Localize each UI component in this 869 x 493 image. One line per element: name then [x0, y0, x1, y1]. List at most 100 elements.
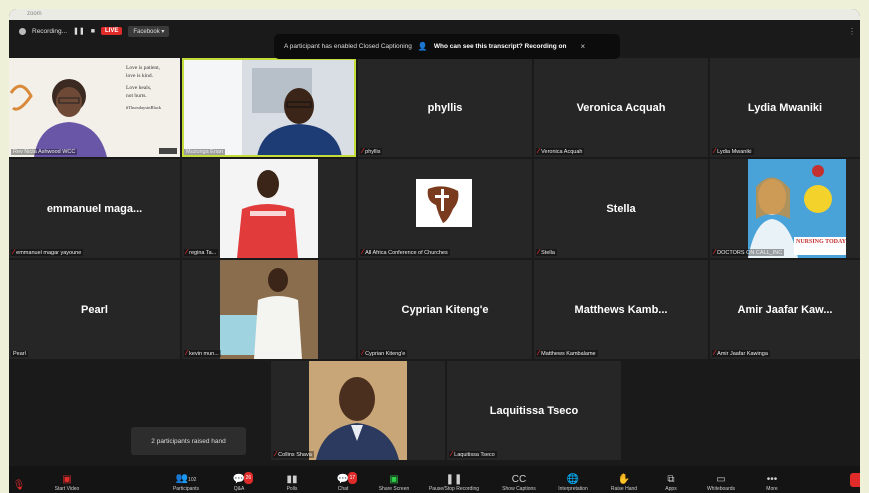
globe-icon: 🌐 [566, 474, 580, 485]
video-tile-stella[interactable]: Stella ⁄ Stella [534, 159, 708, 258]
participant-name: Cyprian Kiteng'e [401, 303, 489, 316]
title-bar: zoom [9, 9, 860, 20]
participant-label: ⁄ Stella [536, 249, 557, 256]
muted-mic-icon: ⁄ [362, 249, 364, 256]
video-tile-doctors-on-call[interactable]: NURSING TODAY ⁄ DOCTORS ON CALL_INC [710, 159, 860, 258]
participant-photo [220, 260, 318, 359]
qa-icon: 💬 26 [232, 472, 254, 485]
muted-mic-icon: ⁄ [538, 148, 540, 155]
end-meeting-button[interactable] [850, 473, 860, 487]
muted-mic-icon: ⁄ [451, 451, 453, 458]
participant-label: ⁄ regina Ta... [184, 249, 219, 256]
video-tile-amir[interactable]: Amir Jaafar Kaw... ⁄ Amir Jaafar Kawinga [710, 260, 860, 359]
participant-name: emmanuel maga... [46, 202, 143, 215]
apps-icon: ⧉ [667, 474, 675, 485]
banner-text: A participant has enabled Closed Caption… [284, 43, 412, 50]
video-tile-veronica[interactable]: Veronica Acquah ⁄ Veronica Acquah [534, 58, 708, 157]
view-options-icon[interactable]: ⋮ [848, 27, 856, 36]
participant-label: ⁄ Laquitissa Tseco [449, 451, 497, 458]
participant-label: ⁄ Lydia Mwaniki [712, 148, 754, 155]
raised-hands-notification[interactable]: 2 participants raised hand [131, 427, 246, 455]
pause-icon[interactable]: ❚❚ [73, 27, 85, 35]
video-tile-regina[interactable]: ⁄ regina Ta... [182, 159, 356, 258]
mic-icon: 🎙 [12, 480, 26, 491]
muted-mic-icon: ⁄ [13, 249, 15, 256]
participants-icon: 👥102 [175, 473, 197, 484]
participant-label: ⁄ kevin mun... [184, 350, 221, 357]
pause-recording-icon: ❚❚ [445, 474, 463, 485]
captions-icon: CC [511, 474, 527, 485]
participant-label: ⁄ phyllis [360, 148, 383, 155]
participant-label: ⁄ emmanuel magar yayoune [11, 249, 84, 256]
muted-mic-icon: ⁄ [714, 148, 716, 155]
muted-mic-icon: ⁄ [186, 350, 188, 357]
stream-target-dropdown[interactable]: Facebook ▾ [128, 25, 170, 37]
video-tile-cyprian[interactable]: Cyprian Kiteng'e ⁄ Cyprian Kiteng'e [358, 260, 532, 359]
participant-label: ⁄ Veronica Acquah [536, 148, 585, 155]
muted-mic-icon: ⁄ [362, 148, 364, 155]
muted-mic-icon: ⁄ [538, 350, 540, 357]
participant-name: Matthews Kamb... [574, 303, 668, 316]
video-tile-matthews[interactable]: Matthews Kamb... ⁄ Matthews Kambalame [534, 260, 708, 359]
video-off-icon: ▣ [62, 474, 72, 485]
more-icon: ••• [766, 474, 778, 485]
participant-label: ⁄ Collins Shava [273, 451, 314, 458]
share-screen-button[interactable]: ▣ Share Screen [364, 474, 424, 492]
muted-mic-icon: ⁄ [362, 350, 364, 357]
start-video-button[interactable]: ▣ Start Video [37, 474, 97, 492]
participant-photo [220, 159, 318, 258]
video-tile-kevin[interactable]: ⁄ kevin mun... [182, 260, 356, 359]
participant-label: ⁄ All Africa Conference of Churches [360, 249, 450, 256]
participant-photo [309, 361, 407, 460]
participant-name: Veronica Acquah [576, 101, 666, 114]
participant-label: Rev Nicta Ashwood WCC [11, 149, 78, 155]
close-icon[interactable]: × [580, 42, 585, 51]
video-tile-collins[interactable]: ⁄ Collins Shava [271, 361, 445, 460]
nursing-today-text: NURSING TODAY [796, 239, 847, 245]
video-tile-aacc[interactable]: ⁄ All Africa Conference of Churches [358, 159, 532, 258]
muted-mic-icon: ⁄ [714, 249, 716, 256]
participant-label: Muzunga Erian [184, 149, 225, 155]
video-tile-pearl[interactable]: Pearl Pearl [9, 260, 180, 359]
participant-label: ⁄ Matthews Kambalame [536, 350, 598, 357]
slide-line: not hurts. [126, 93, 147, 99]
video-tile-muzunga-erian[interactable]: Muzunga Erian [182, 58, 356, 157]
meeting-toolbar: 🎙 ▣ Start Video 👥102 Participants 💬 26 Q&A ▮… [9, 466, 860, 493]
stop-icon[interactable]: ■ [91, 28, 95, 35]
video-tile-emmanuel[interactable]: emmanuel maga... ⁄ emmanuel magar yayoune [9, 159, 180, 258]
share-screen-icon: ▣ [389, 474, 399, 485]
slide-line: Love heals, [126, 85, 152, 91]
aacc-logo [416, 179, 472, 227]
person-icon: 👤 [417, 42, 428, 51]
speaker-video [182, 58, 342, 157]
zoom-window: zoom Recording... ❚❚ ■ LIVE Facebook ▾ A… [9, 9, 860, 493]
participant-name: Pearl [81, 303, 108, 316]
whiteboard-icon: ▭ [716, 474, 726, 485]
muted-mic-icon: ⁄ [186, 249, 188, 256]
slide-line: love is kind. [126, 73, 154, 79]
transcript-visibility-link[interactable]: Who can see this transcript? Recording o… [434, 43, 567, 50]
pause-recording-button[interactable]: ❚❚ Pause/Stop Recording [424, 474, 484, 492]
video-tile-phyllis[interactable]: phyllis ⁄ phyllis [358, 58, 532, 157]
slide-line: #ThursdaysinBlack [126, 105, 161, 110]
more-button[interactable]: ••• More [742, 474, 802, 492]
recording-status[interactable]: Recording... [32, 28, 67, 35]
muted-mic-icon: ⁄ [538, 249, 540, 256]
qa-button[interactable]: 💬 26 Q&A [209, 472, 269, 492]
live-badge[interactable]: LIVE [101, 27, 123, 35]
video-tile-rev-nicta[interactable]: Love is patient, love is kind. Love heal… [9, 58, 180, 157]
participant-label: ⁄ Amir Jaafar Kawinga [712, 350, 770, 357]
video-tile-lydia[interactable]: Lydia Mwaniki ⁄ Lydia Mwaniki [710, 58, 860, 157]
participant-name: Lydia Mwaniki [747, 101, 823, 114]
muted-mic-icon: ⁄ [275, 451, 277, 458]
hand-icon: ✋ [617, 474, 631, 485]
participant-name: Laquitissa Tseco [489, 404, 579, 417]
participant-label: Pearl [11, 351, 28, 357]
participant-label: ⁄ Cyprian Kiteng'e [360, 350, 408, 357]
recording-icon [19, 27, 26, 35]
participants-button[interactable]: 👥102 Participants [156, 473, 216, 492]
closed-caption-banner: A participant has enabled Closed Caption… [274, 34, 620, 59]
show-captions-button[interactable]: CC Show Captions [489, 474, 549, 492]
slide-line: Love is patient, [126, 65, 161, 71]
video-tile-laquitissa[interactable]: Laquitissa Tseco ⁄ Laquitissa Tseco [447, 361, 621, 460]
